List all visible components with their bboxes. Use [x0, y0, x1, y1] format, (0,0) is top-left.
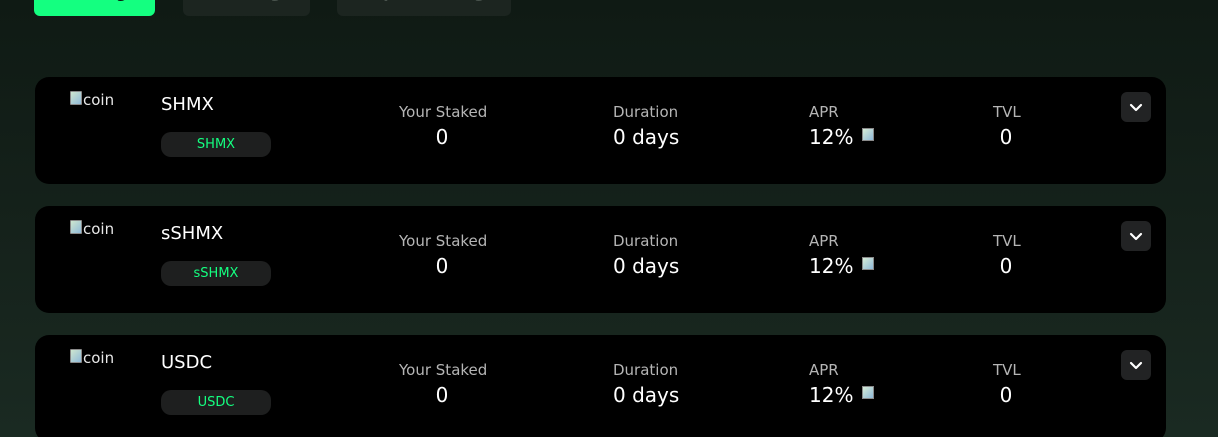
- apr-info-icon[interactable]: [862, 127, 875, 141]
- duration-label: Duration: [613, 103, 679, 121]
- tab-liquid-staking-label: Liquid Staking: [363, 0, 485, 8]
- coin-image-alt: coin: [83, 349, 115, 367]
- duration-label: Duration: [613, 361, 679, 379]
- staking-page: Staking Farming Liquid Staking coin SHMX…: [0, 0, 1218, 437]
- duration-label: Duration: [613, 232, 679, 250]
- apr-info-icon[interactable]: [862, 256, 875, 270]
- coin-image: coin: [70, 348, 122, 368]
- apr-label: APR: [809, 361, 839, 379]
- token-name: USDC: [161, 352, 213, 373]
- pool-card: coin sSHMX sSHMX Your Staked 0 Duration …: [35, 206, 1166, 313]
- apr-value: 12%: [809, 254, 854, 278]
- apr-value: 12%: [809, 125, 854, 149]
- your-staked-value: 0: [435, 383, 449, 407]
- token-badge: sSHMX: [161, 261, 271, 286]
- your-staked-label: Your Staked: [399, 232, 488, 250]
- tab-farming-label: Farming: [212, 0, 281, 8]
- your-staked-label: Your Staked: [399, 103, 488, 121]
- broken-image-icon: [70, 220, 82, 234]
- apr-label: APR: [809, 103, 839, 121]
- apr-value: 12%: [809, 383, 854, 407]
- coin-image-alt: coin: [83, 220, 115, 238]
- tvl-value: 0: [999, 383, 1013, 407]
- token-name: sSHMX: [161, 223, 224, 244]
- your-staked-value: 0: [435, 254, 449, 278]
- tvl-value: 0: [999, 125, 1013, 149]
- pool-card: coin SHMX SHMX Your Staked 0 Duration 0 …: [35, 77, 1166, 184]
- tvl-label: TVL: [993, 103, 1021, 121]
- coin-image-alt: coin: [83, 91, 115, 109]
- chevron-down-icon: [1129, 103, 1143, 111]
- expand-button[interactable]: [1121, 92, 1151, 122]
- broken-image-icon: [70, 349, 82, 363]
- token-badge: USDC: [161, 390, 271, 415]
- tab-staking-label: Staking: [62, 0, 127, 8]
- chevron-down-icon: [1129, 232, 1143, 240]
- duration-value: 0 days: [613, 383, 680, 407]
- tab-farming[interactable]: Farming: [183, 0, 310, 16]
- coin-image: coin: [70, 90, 122, 110]
- tvl-label: TVL: [993, 361, 1021, 379]
- chevron-down-icon: [1129, 361, 1143, 369]
- tvl-value: 0: [999, 254, 1013, 278]
- duration-value: 0 days: [613, 254, 680, 278]
- expand-button[interactable]: [1121, 221, 1151, 251]
- token-name: SHMX: [161, 94, 214, 115]
- apr-value-wrap: 12%: [809, 383, 875, 407]
- tab-liquid-staking[interactable]: Liquid Staking: [337, 0, 511, 16]
- tvl-label: TVL: [993, 232, 1021, 250]
- your-staked-value: 0: [435, 125, 449, 149]
- duration-value: 0 days: [613, 125, 680, 149]
- coin-image: coin: [70, 219, 122, 239]
- token-badge: SHMX: [161, 132, 271, 157]
- expand-button[interactable]: [1121, 350, 1151, 380]
- your-staked-label: Your Staked: [399, 361, 488, 379]
- pool-card: coin USDC USDC Your Staked 0 Duration 0 …: [35, 335, 1166, 437]
- apr-label: APR: [809, 232, 839, 250]
- apr-value-wrap: 12%: [809, 125, 875, 149]
- tab-staking[interactable]: Staking: [34, 0, 155, 16]
- apr-info-icon[interactable]: [862, 385, 875, 399]
- broken-image-icon: [70, 91, 82, 105]
- apr-value-wrap: 12%: [809, 254, 875, 278]
